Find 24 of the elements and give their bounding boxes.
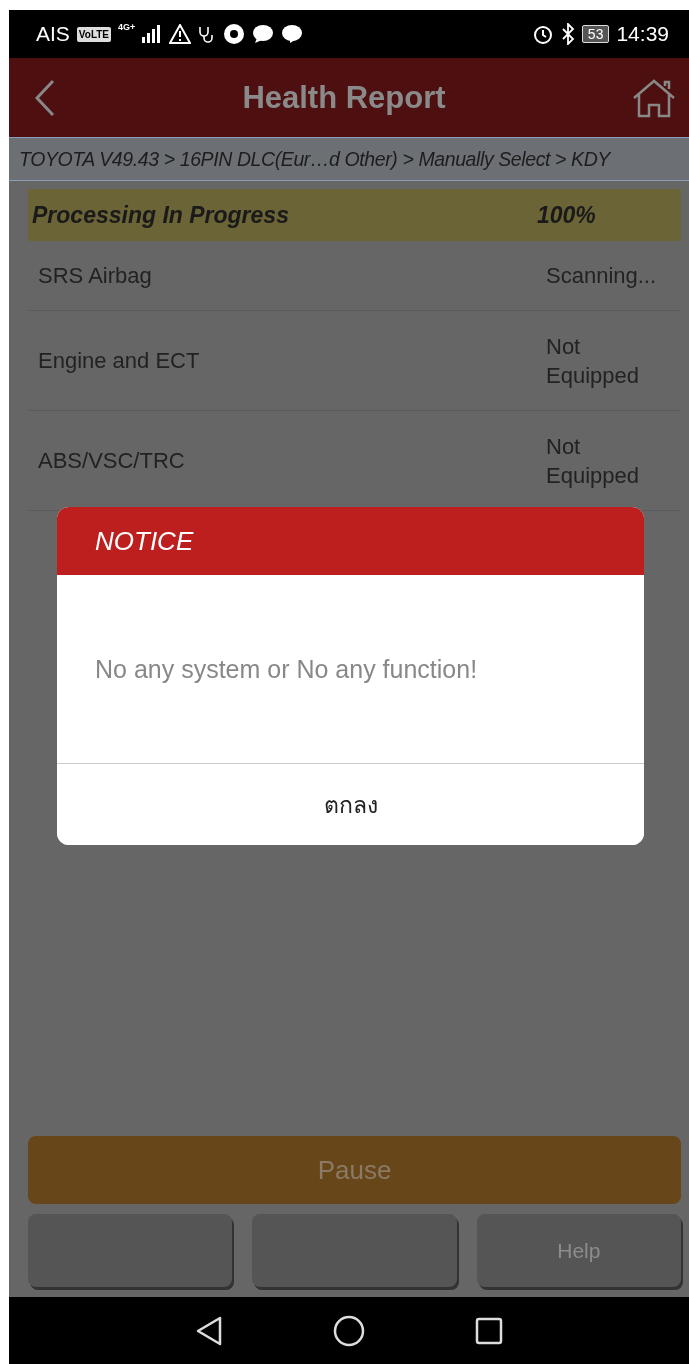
battery-level: 53 <box>581 25 610 43</box>
warning-icon <box>169 24 192 44</box>
chat-bubble-icon <box>252 24 275 44</box>
back-button[interactable] <box>33 77 57 118</box>
recents-nav-button[interactable] <box>475 1316 503 1345</box>
breadcrumb-path: TOYOTA V49.43 > 16PIN DLC(Eur…d Other) > Manually Select > KDY <box>9 137 689 181</box>
bluetooth-icon <box>560 23 575 45</box>
home-button[interactable] <box>631 77 677 118</box>
carrier-name: AIS <box>36 22 70 46</box>
network-type: 4G+ <box>118 22 136 32</box>
pause-button[interactable]: Pause <box>28 1136 681 1204</box>
alarm-icon <box>531 23 554 45</box>
back-nav-button[interactable] <box>195 1315 223 1346</box>
chat-app-icon <box>281 24 304 44</box>
dialog-title: NOTICE <box>57 507 644 575</box>
home-nav-button[interactable] <box>333 1314 365 1347</box>
page-title: Health Report <box>242 79 446 116</box>
progress-banner: Processing In Progress 100% <box>28 189 681 241</box>
browser-icon <box>223 23 246 45</box>
volte-badge: VoLTE <box>76 26 112 42</box>
clock-time: 14:39 <box>616 22 669 46</box>
system-row: Engine and ECT Not Equipped <box>28 311 681 411</box>
signal-icon <box>142 25 163 43</box>
system-row: SRS Airbag Scanning... <box>28 241 681 311</box>
